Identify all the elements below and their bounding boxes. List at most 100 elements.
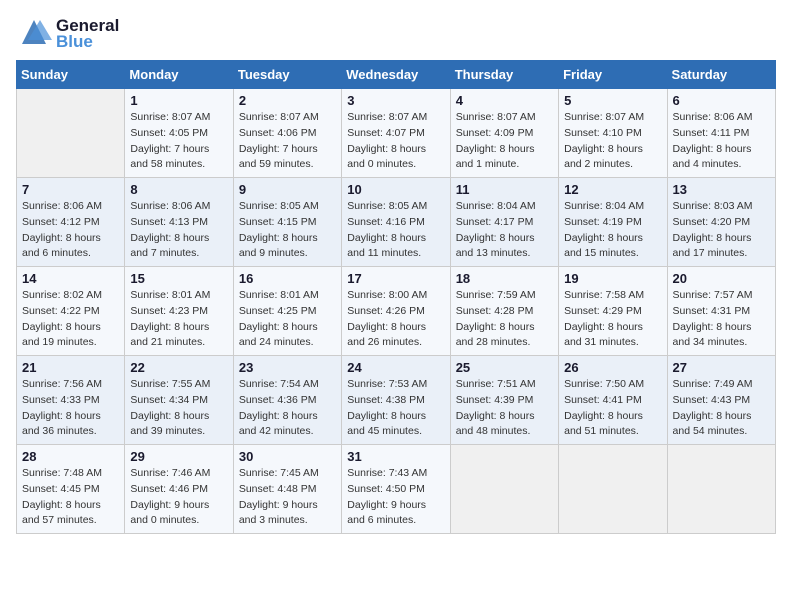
- day-number: 25: [456, 360, 553, 375]
- day-number: 9: [239, 182, 336, 197]
- calendar-cell: [559, 445, 667, 534]
- day-info: Sunrise: 8:07 AMSunset: 4:10 PMDaylight:…: [564, 110, 661, 173]
- calendar-cell: 16Sunrise: 8:01 AMSunset: 4:25 PMDayligh…: [233, 267, 341, 356]
- calendar-cell: 20 Sunrise: 7:57 AMSunset: 4:31 PMDayligh…: [667, 267, 775, 356]
- day-number: 7: [22, 182, 119, 197]
- calendar-cell: 1Sunrise: 8:07 AMSunset: 4:05 PMDaylight…: [125, 89, 233, 178]
- calendar-cell: [667, 445, 775, 534]
- day-info: Sunrise: 7:54 AMSunset: 4:36 PMDaylight:…: [239, 377, 336, 440]
- header-monday: Monday: [125, 61, 233, 89]
- day-info: Sunrise: 7:50 AMSunset: 4:41 PMDaylight:…: [564, 377, 661, 440]
- day-info: Sunrise: 8:04 AMSunset: 4:19 PMDaylight:…: [564, 199, 661, 262]
- calendar-cell: 21 Sunrise: 7:56 AMSunset: 4:33 PMDayligh…: [17, 356, 125, 445]
- calendar-cell: 22Sunrise: 7:55 AMSunset: 4:34 PMDayligh…: [125, 356, 233, 445]
- day-info: Sunrise: 8:06 AMSunset: 4:13 PMDaylight:…: [130, 199, 227, 262]
- day-number: 29: [130, 449, 227, 464]
- day-info: Sunrise: 8:05 AMSunset: 4:15 PMDaylight:…: [239, 199, 336, 262]
- day-info: Sunrise: 8:06 AMSunset: 4:12 PMDaylight:…: [22, 199, 119, 262]
- calendar-cell: 23 Sunrise: 7:54 AMSunset: 4:36 PMDayligh…: [233, 356, 341, 445]
- header-sunday: Sunday: [17, 61, 125, 89]
- day-info: Sunrise: 7:55 AMSunset: 4:34 PMDaylight:…: [130, 377, 227, 440]
- day-number: 23: [239, 360, 336, 375]
- day-number: 5: [564, 93, 661, 108]
- day-info: Sunrise: 8:05 AMSunset: 4:16 PMDaylight:…: [347, 199, 444, 262]
- day-number: 26: [564, 360, 661, 375]
- calendar-cell: 8 Sunrise: 8:06 AMSunset: 4:13 PMDaylight…: [125, 178, 233, 267]
- page-header: General Blue: [16, 16, 776, 52]
- day-number: 31: [347, 449, 444, 464]
- logo-icon: [16, 16, 52, 52]
- day-number: 21: [22, 360, 119, 375]
- calendar-cell: [450, 445, 558, 534]
- day-number: 18: [456, 271, 553, 286]
- calendar-cell: 10 Sunrise: 8:05 AMSunset: 4:16 PMDayligh…: [342, 178, 450, 267]
- calendar-cell: 14 Sunrise: 8:02 AMSunset: 4:22 PMDayligh…: [17, 267, 125, 356]
- day-info: Sunrise: 8:02 AMSunset: 4:22 PMDaylight:…: [22, 288, 119, 351]
- day-number: 13: [673, 182, 770, 197]
- day-info: Sunrise: 7:58 AMSunset: 4:29 PMDaylight:…: [564, 288, 661, 351]
- calendar-cell: 19 Sunrise: 7:58 AMSunset: 4:29 PMDayligh…: [559, 267, 667, 356]
- day-info: Sunrise: 8:03 AMSunset: 4:20 PMDaylight:…: [673, 199, 770, 262]
- calendar-cell: 31 Sunrise: 7:43 AMSunset: 4:50 PMDayligh…: [342, 445, 450, 534]
- day-info: Sunrise: 8:00 AMSunset: 4:26 PMDaylight:…: [347, 288, 444, 351]
- calendar-cell: 25 Sunrise: 7:51 AMSunset: 4:39 PMDayligh…: [450, 356, 558, 445]
- day-info: Sunrise: 7:59 AMSunset: 4:28 PMDaylight:…: [456, 288, 553, 351]
- calendar-week-row: 1Sunrise: 8:07 AMSunset: 4:05 PMDaylight…: [17, 89, 776, 178]
- day-info: Sunrise: 7:51 AMSunset: 4:39 PMDaylight:…: [456, 377, 553, 440]
- day-info: Sunrise: 7:49 AMSunset: 4:43 PMDaylight:…: [673, 377, 770, 440]
- calendar-week-row: 7 Sunrise: 8:06 AMSunset: 4:12 PMDaylight…: [17, 178, 776, 267]
- calendar-cell: 6Sunrise: 8:06 AMSunset: 4:11 PMDaylight…: [667, 89, 775, 178]
- day-number: 10: [347, 182, 444, 197]
- calendar-cell: 17 Sunrise: 8:00 AMSunset: 4:26 PMDayligh…: [342, 267, 450, 356]
- calendar-cell: 29Sunrise: 7:46 AMSunset: 4:46 PMDayligh…: [125, 445, 233, 534]
- day-info: Sunrise: 8:07 AMSunset: 4:09 PMDaylight:…: [456, 110, 553, 173]
- day-info: Sunrise: 7:48 AMSunset: 4:45 PMDaylight:…: [22, 466, 119, 529]
- calendar-cell: 7 Sunrise: 8:06 AMSunset: 4:12 PMDaylight…: [17, 178, 125, 267]
- calendar-week-row: 14 Sunrise: 8:02 AMSunset: 4:22 PMDayligh…: [17, 267, 776, 356]
- header-friday: Friday: [559, 61, 667, 89]
- day-number: 14: [22, 271, 119, 286]
- day-number: 24: [347, 360, 444, 375]
- day-number: 11: [456, 182, 553, 197]
- day-info: Sunrise: 8:04 AMSunset: 4:17 PMDaylight:…: [456, 199, 553, 262]
- day-number: 27: [673, 360, 770, 375]
- day-number: 15: [130, 271, 227, 286]
- day-number: 28: [22, 449, 119, 464]
- day-number: 3: [347, 93, 444, 108]
- header-tuesday: Tuesday: [233, 61, 341, 89]
- calendar-cell: 2Sunrise: 8:07 AMSunset: 4:06 PMDaylight…: [233, 89, 341, 178]
- calendar-cell: 18 Sunrise: 7:59 AMSunset: 4:28 PMDayligh…: [450, 267, 558, 356]
- day-number: 17: [347, 271, 444, 286]
- header-saturday: Saturday: [667, 61, 775, 89]
- header-wednesday: Wednesday: [342, 61, 450, 89]
- day-number: 30: [239, 449, 336, 464]
- day-info: Sunrise: 7:56 AMSunset: 4:33 PMDaylight:…: [22, 377, 119, 440]
- day-info: Sunrise: 7:45 AMSunset: 4:48 PMDaylight:…: [239, 466, 336, 529]
- day-number: 4: [456, 93, 553, 108]
- logo: General Blue: [16, 16, 119, 52]
- calendar-cell: 15Sunrise: 8:01 AMSunset: 4:23 PMDayligh…: [125, 267, 233, 356]
- day-number: 12: [564, 182, 661, 197]
- day-number: 8: [130, 182, 227, 197]
- day-info: Sunrise: 8:07 AMSunset: 4:07 PMDaylight:…: [347, 110, 444, 173]
- day-info: Sunrise: 7:57 AMSunset: 4:31 PMDaylight:…: [673, 288, 770, 351]
- day-info: Sunrise: 8:07 AMSunset: 4:06 PMDaylight:…: [239, 110, 336, 173]
- calendar-cell: 13 Sunrise: 8:03 AMSunset: 4:20 PMDayligh…: [667, 178, 775, 267]
- day-info: Sunrise: 8:07 AMSunset: 4:05 PMDaylight:…: [130, 110, 227, 173]
- calendar-week-row: 28 Sunrise: 7:48 AMSunset: 4:45 PMDayligh…: [17, 445, 776, 534]
- day-info: Sunrise: 8:01 AMSunset: 4:25 PMDaylight:…: [239, 288, 336, 351]
- calendar-cell: 27 Sunrise: 7:49 AMSunset: 4:43 PMDayligh…: [667, 356, 775, 445]
- day-info: Sunrise: 7:43 AMSunset: 4:50 PMDaylight:…: [347, 466, 444, 529]
- calendar-cell: 24 Sunrise: 7:53 AMSunset: 4:38 PMDayligh…: [342, 356, 450, 445]
- calendar-cell: 9 Sunrise: 8:05 AMSunset: 4:15 PMDaylight…: [233, 178, 341, 267]
- calendar-week-row: 21 Sunrise: 7:56 AMSunset: 4:33 PMDayligh…: [17, 356, 776, 445]
- calendar-cell: 3 Sunrise: 8:07 AMSunset: 4:07 PMDaylight…: [342, 89, 450, 178]
- day-number: 19: [564, 271, 661, 286]
- day-number: 20: [673, 271, 770, 286]
- calendar-cell: 11 Sunrise: 8:04 AMSunset: 4:17 PMDayligh…: [450, 178, 558, 267]
- header-thursday: Thursday: [450, 61, 558, 89]
- day-info: Sunrise: 7:53 AMSunset: 4:38 PMDaylight:…: [347, 377, 444, 440]
- calendar-cell: 30 Sunrise: 7:45 AMSunset: 4:48 PMDayligh…: [233, 445, 341, 534]
- day-info: Sunrise: 8:06 AMSunset: 4:11 PMDaylight:…: [673, 110, 770, 173]
- calendar-cell: 5 Sunrise: 8:07 AMSunset: 4:10 PMDaylight…: [559, 89, 667, 178]
